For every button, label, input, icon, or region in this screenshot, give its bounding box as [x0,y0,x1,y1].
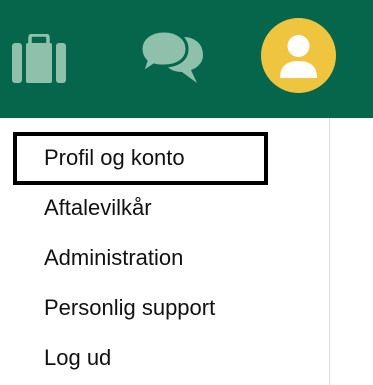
user-avatar-icon [261,18,336,93]
user-menu-button[interactable] [261,18,336,93]
user-dropdown-menu: Profil og konto Aftalevilkår Administrat… [0,118,330,385]
briefcase-button[interactable] [11,34,67,84]
menu-item-profile-account[interactable]: Profil og konto [44,145,185,171]
menu-item-log-out[interactable]: Log ud [44,345,111,371]
chat-bubbles-icon [139,30,203,83]
menu-item-personal-support[interactable]: Personlig support [44,295,215,321]
chat-button[interactable] [137,30,203,88]
app-window: Profil og konto Aftalevilkår Administrat… [0,0,373,385]
briefcase-icon [12,34,66,83]
top-navigation-bar [0,0,373,118]
menu-item-administration[interactable]: Administration [44,245,183,271]
menu-item-terms[interactable]: Aftalevilkår [44,195,152,221]
